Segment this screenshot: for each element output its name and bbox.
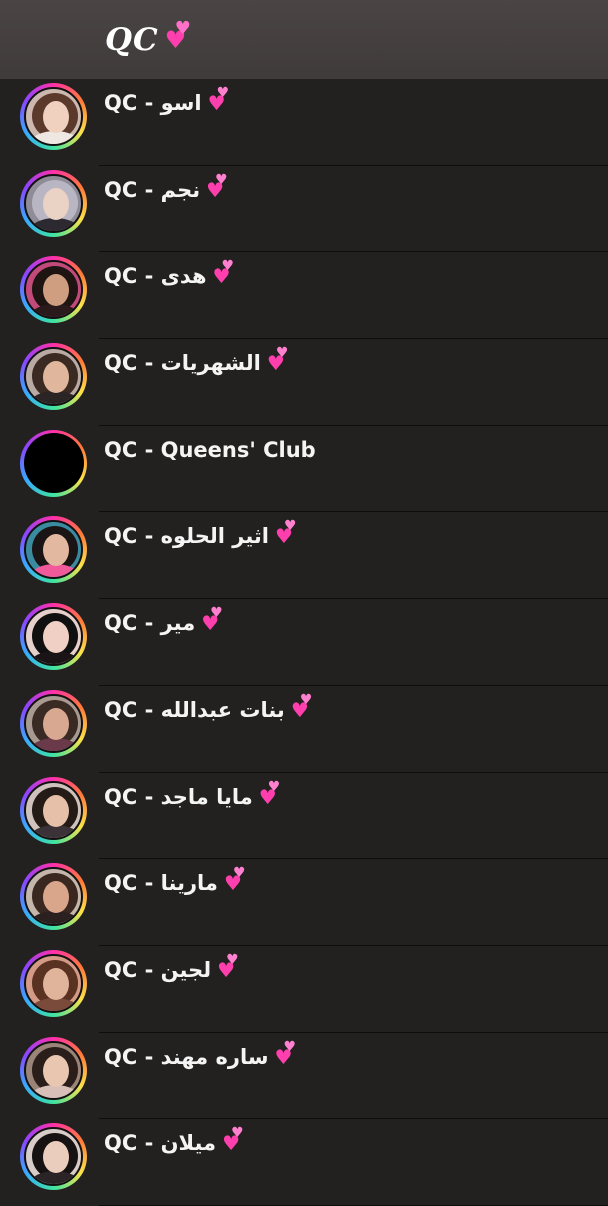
chat-list-item[interactable]: QC - لجين ♥ <box>0 946 608 1033</box>
chat-title-prefix: QC - <box>104 351 161 376</box>
two-hearts-icon: ♥ <box>208 91 226 115</box>
chat-title-name: الشهريات <box>160 351 261 376</box>
avatar[interactable] <box>20 1123 87 1191</box>
chat-title-name: ميلان <box>160 1131 217 1156</box>
avatar[interactable] <box>20 949 87 1017</box>
chat-title-name: اثير الحلوه <box>160 524 269 549</box>
chat-title-prefix: QC - <box>104 264 161 289</box>
avatar-photo <box>24 1040 83 1100</box>
chat-title-prefix: QC - <box>104 1044 161 1069</box>
header-title: QC <box>105 21 159 58</box>
avatar[interactable] <box>20 169 87 237</box>
avatar[interactable] <box>20 256 87 324</box>
chat-title-prefix: QC - <box>104 524 161 549</box>
avatar-photo <box>24 780 83 840</box>
chat-title-prefix: QC - <box>104 784 161 809</box>
chat-title: QC - الشهريات ♥ <box>104 351 285 375</box>
chat-title-prefix: QC - <box>104 611 161 636</box>
chat-list-item[interactable]: QC - مير ♥ <box>0 599 608 686</box>
two-hearts-icon: ♥ <box>213 264 231 288</box>
chat-title: QC - لجين ♥ <box>104 958 235 982</box>
avatar[interactable] <box>20 603 87 671</box>
avatar[interactable] <box>20 343 87 411</box>
avatar-photo <box>24 260 83 320</box>
two-hearts-icon: ♥ <box>222 1131 240 1155</box>
chat-title: QC - اثير الحلوه ♥ <box>104 524 293 548</box>
avatar-photo <box>23 433 84 494</box>
chat-title-name: بنات عبدالله <box>160 697 285 722</box>
chat-title-prefix: QC - <box>104 957 161 982</box>
chat-title: QC - نجم ♥ <box>104 178 224 202</box>
avatar[interactable] <box>20 429 87 497</box>
chat-title: QC - Queens' Club <box>104 438 316 462</box>
two-hearts-icon: ♥ <box>259 785 277 809</box>
avatar-photo <box>24 347 83 407</box>
chat-title-name: مايا ماجد <box>160 784 253 809</box>
chat-title-prefix: QC - <box>104 1131 161 1156</box>
chat-title: QC - مارينا ♥ <box>104 871 242 895</box>
chat-list-item[interactable]: QC - اسو ♥ <box>0 79 608 166</box>
avatar-photo <box>24 607 83 667</box>
app-header: QC ♥ <box>0 0 608 79</box>
avatar-photo <box>24 693 83 753</box>
chat-title-name: لجين <box>160 957 212 982</box>
two-hearts-icon: ♥ <box>224 871 242 895</box>
avatar[interactable] <box>20 689 87 757</box>
avatar[interactable] <box>20 516 87 584</box>
chat-title: QC - هدى ♥ <box>104 264 230 288</box>
chat-list-item[interactable]: QC - الشهريات ♥ <box>0 339 608 426</box>
avatar[interactable] <box>20 863 87 931</box>
avatar[interactable] <box>20 83 87 150</box>
two-hearts-icon: ♥ <box>201 611 219 635</box>
chat-list-item[interactable]: QC - نجم ♥ <box>0 166 608 253</box>
chat-title: QC - ساره مهند ♥ <box>104 1045 292 1069</box>
chat-title-name: اسو <box>160 91 202 115</box>
avatar-photo <box>24 520 83 580</box>
two-hearts-icon: ♥ <box>206 178 224 202</box>
chat-title-name: نجم <box>160 177 201 202</box>
chat-title: QC - مايا ماجد ♥ <box>104 785 277 809</box>
two-hearts-icon: ♥ <box>275 1045 293 1069</box>
chat-title-name: ساره مهند <box>160 1044 269 1069</box>
avatar-photo <box>24 1127 83 1187</box>
chat-list-item[interactable]: QC - اثير الحلوه ♥ <box>0 512 608 599</box>
two-hearts-icon: ♥ <box>275 524 293 548</box>
chat-list-item[interactable]: QC - بنات عبدالله ♥ <box>0 686 608 773</box>
chat-title-name: Queens' Club <box>160 437 316 462</box>
avatar-photo <box>24 87 83 146</box>
chat-title-name: هدى <box>160 264 207 289</box>
avatar-photo <box>24 867 83 927</box>
chat-title: QC - ميلان ♥ <box>104 1131 240 1155</box>
avatar-photo <box>24 173 83 233</box>
avatar[interactable] <box>20 1036 87 1104</box>
chat-list-item[interactable]: QC - Queens' Club <box>0 426 608 513</box>
chat-list-item[interactable]: QC - مايا ماجد ♥ <box>0 773 608 860</box>
two-hearts-icon: ♥ <box>291 698 309 722</box>
avatar[interactable] <box>20 776 87 844</box>
chat-title: QC - بنات عبدالله ♥ <box>104 698 309 722</box>
chat-title-name: مير <box>160 611 196 636</box>
chat-title-prefix: QC - <box>104 177 161 202</box>
chat-title-prefix: QC - <box>104 697 161 722</box>
two-hearts-icon: ♥ <box>217 958 235 982</box>
chat-list-item[interactable]: QC - مارينا ♥ <box>0 859 608 946</box>
chat-title-prefix: QC - <box>104 871 161 896</box>
chat-title: QC - مير ♥ <box>104 611 219 635</box>
chat-title-prefix: QC - <box>104 437 161 462</box>
avatar-photo <box>24 953 83 1013</box>
chat-list-item[interactable]: QC - هدى ♥ <box>0 252 608 339</box>
chat-list-item[interactable]: QC - ميلان ♥ <box>0 1119 608 1206</box>
chat-title-prefix: QC - <box>104 91 161 115</box>
two-hearts-icon: ♥ <box>267 351 285 375</box>
chat-title: QC - اسو ♥ <box>104 91 226 115</box>
chat-title-name: مارينا <box>160 871 218 896</box>
chat-list: QC - اسو♥QC - نجم♥QC - هدى♥QC - الشهريات… <box>0 79 608 1206</box>
chat-list-item[interactable]: QC - ساره مهند ♥ <box>0 1033 608 1120</box>
two-hearts-icon: ♥ <box>165 18 191 54</box>
